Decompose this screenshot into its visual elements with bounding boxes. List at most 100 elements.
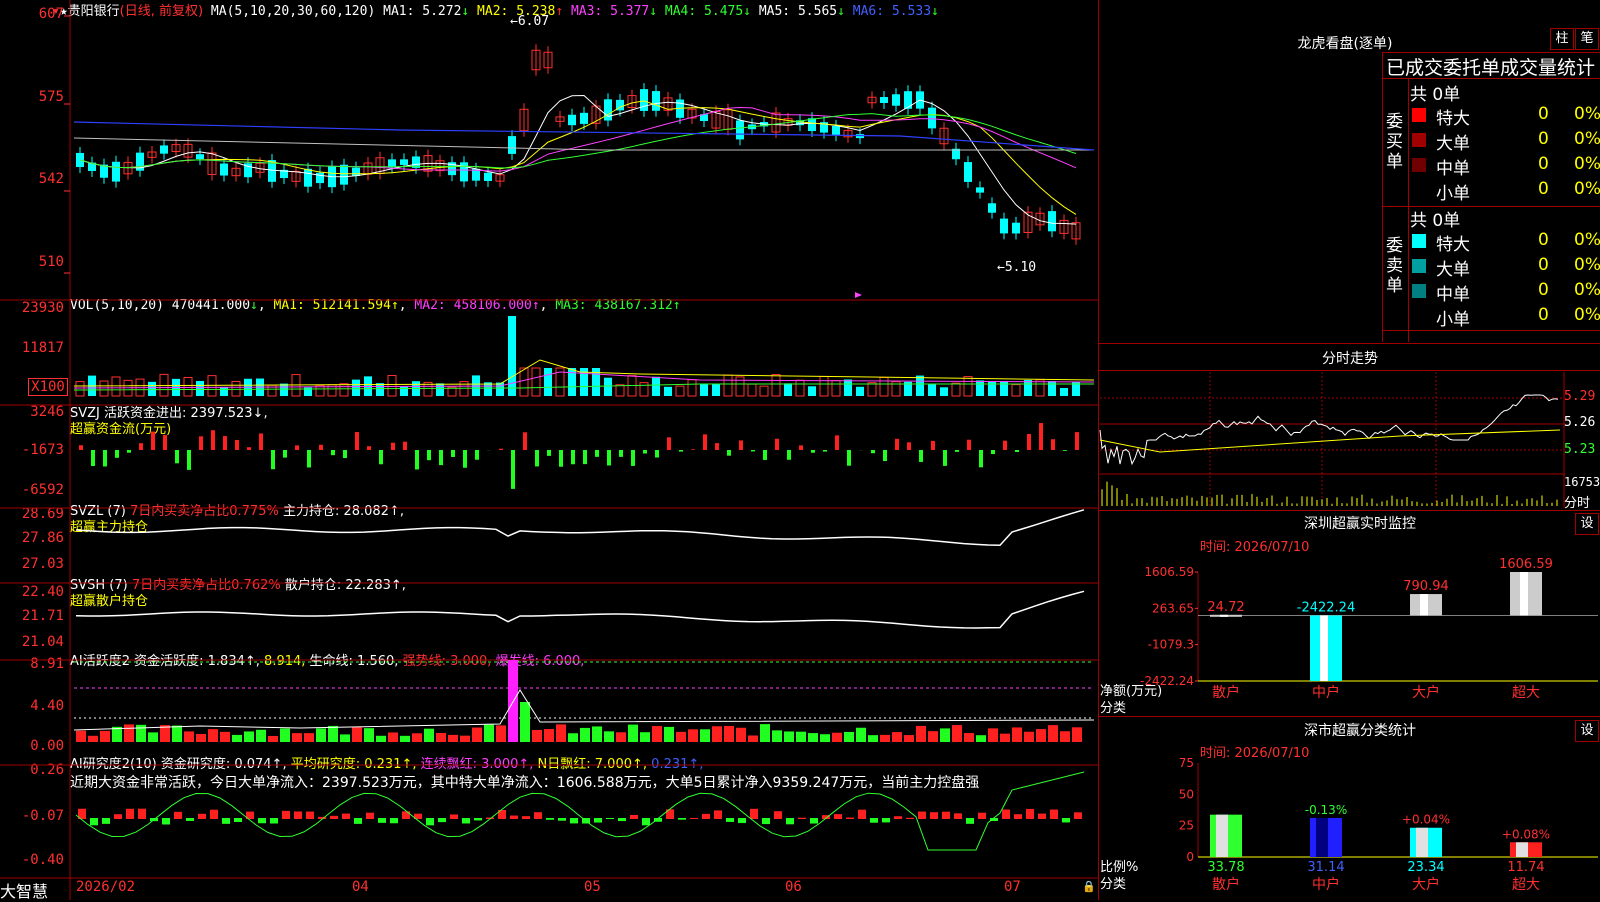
bar-view-button[interactable]: 柱 [1550,28,1574,50]
ai-research-bar [90,818,98,825]
fund-flow-bar [427,450,431,460]
volume-bar [868,383,876,396]
buy-row-name: 特大 [1436,104,1470,129]
ai-activity-bar [400,736,410,742]
ai-activity-bar [688,729,698,742]
ma2-line [80,101,1076,214]
fund-flow-bar [607,450,611,465]
candle-body [580,113,588,124]
volume-bar [784,383,792,396]
ai-research-bar [1050,810,1058,819]
fund-flow-bar [799,445,803,450]
fund-flow-bar [655,450,659,458]
candle-body [460,162,468,181]
ai-research-bar [918,812,926,819]
ai-research-bar [678,818,686,820]
volume-bar [976,380,984,396]
ai-activity-bar [988,728,998,742]
ai-research-bar [270,818,278,823]
volume-bar [772,375,780,396]
ai-research-bar [258,818,266,823]
ai-activity-bar [580,728,590,742]
ai-activity-bar [76,731,86,742]
fund-flow-bar [535,450,539,466]
volume-bar [700,384,708,396]
ai-research-bar [390,818,398,823]
fund-flow-bar [163,435,167,450]
sz-monitor-settings-button[interactable]: 设 [1575,513,1599,535]
ai-research-bar [714,810,722,819]
ai-research-bar [942,812,950,819]
ai-activity-bar [172,726,182,742]
volume-bar [796,380,804,396]
sz-class-settings-button[interactable]: 设 [1575,720,1599,742]
ai-research-bar [834,814,842,819]
sell-row-name: 大单 [1436,255,1470,280]
ai-research-bar [618,818,626,821]
ai-research-bar [846,818,854,819]
divider [1098,370,1600,371]
ai-research-bar [366,813,374,819]
ai-activity-bar [196,734,206,742]
candle-body [160,145,168,153]
fund-flow-bar [559,450,563,467]
ai-activity-bar [616,732,626,742]
fund-flow-bar [1039,423,1043,450]
ai-activity-bar [796,732,806,742]
fund-flow-bar [823,450,827,452]
ai-activity-bar [808,733,818,742]
volume-bar [496,383,504,396]
ai-activity-bar [148,732,158,742]
ai-activity-bar [892,732,902,742]
ai-activity-bar [940,728,950,742]
ai-activity-bar [124,724,134,742]
ai-activity-bar [520,702,530,742]
volume-bar [520,368,528,396]
fund-flow-bar [343,450,347,458]
ai-research-bar [462,818,470,823]
fund-flow-bar [667,437,671,450]
candle-body [976,187,984,192]
ai-research-bar [342,814,350,819]
ai-activity-bar [856,728,866,742]
ai-research-bar [702,814,710,819]
ai-research-bar [1026,809,1034,819]
buy-color-swatch [1412,183,1426,197]
volume-bar [724,375,732,396]
ai-activity-bar [784,731,794,742]
divider [1382,78,1600,79]
ai-activity-bar [592,726,602,742]
fund-flow-bar [931,441,935,450]
ai-activity-bar [292,733,302,742]
ai-activity-bar [496,725,506,742]
ai-activity-bar [1024,732,1034,742]
fund-flow-bar [619,450,623,457]
ai-research-bar [222,818,230,824]
volume-bar [148,382,156,396]
fund-flow-bar [1051,439,1055,450]
retail-holding-line [76,591,1084,628]
tick-view-button[interactable]: 笔 [1575,28,1599,50]
ai1-activity-line [74,690,1094,730]
buy-row-name: 中单 [1436,154,1470,179]
ai-activity-bar [604,731,614,742]
ai-activity-bar [88,736,98,742]
intraday-title: 分时走势 [1280,348,1420,368]
fund-flow-bar [703,434,707,450]
buy-color-swatch [1412,158,1426,172]
sz-monitor-xlabel: 分类 [1100,697,1126,716]
cursor-marker [855,292,862,298]
fund-flow-bar [631,450,635,466]
ai-activity-bar [964,733,974,742]
main-holding-line [76,510,1084,546]
fund-flow-bar [331,450,335,455]
ai-research-bar [1062,818,1070,822]
sell-row-name: 特大 [1436,230,1470,255]
fund-flow-bar [979,450,983,467]
ai-research-bar [1074,812,1082,819]
sell-row-volume: 0 [1538,255,1549,275]
ai-research-bar [438,818,446,822]
volume-bar [916,376,924,396]
candle-body [880,97,888,103]
left-chart-svg[interactable] [0,0,1600,900]
